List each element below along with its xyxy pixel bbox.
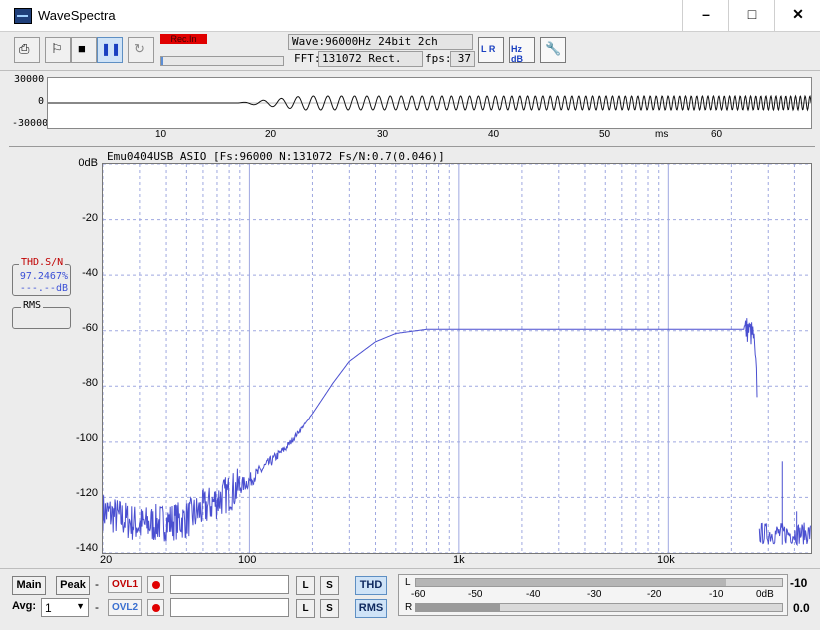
- pause-button[interactable]: ❚❚: [97, 37, 123, 63]
- wave-x-tick: 30: [377, 129, 389, 140]
- app-icon: [14, 8, 32, 24]
- level-meter: L -60 -50 -40 -30 -20 -10 0dB R: [398, 574, 788, 616]
- ovl1-text-field[interactable]: [170, 575, 289, 594]
- minimize-icon: –: [702, 6, 710, 22]
- refresh-icon: ↻: [134, 41, 145, 56]
- stop-icon: ■: [78, 41, 86, 56]
- title-bar: WaveSpectra – □ ✕: [0, 0, 820, 32]
- s-button-2[interactable]: S: [320, 599, 339, 618]
- wave-y-tick: 30000: [14, 74, 45, 85]
- wave-x-tick: 40: [488, 129, 500, 140]
- spectrum-plot: [102, 163, 812, 554]
- spectrum-y-tick: -20: [82, 212, 98, 224]
- spectrum-header: Emu0404USB ASIO [Fs:96000 N:131072 Fs/N:…: [107, 150, 445, 163]
- ovl1-indicator: OVL1: [108, 576, 142, 593]
- settings-wrench-icon: 🔧: [545, 41, 562, 56]
- maximize-icon: □: [747, 6, 757, 22]
- spectrum-x-tick: 20: [100, 554, 113, 566]
- meter-tick: -60: [411, 589, 426, 600]
- meter-left-bar: [415, 578, 783, 587]
- rms-title: RMS: [21, 300, 44, 311]
- thd-value: 97.2467%: [19, 271, 68, 282]
- window-title: WaveSpectra: [38, 8, 116, 23]
- waveform-plot: [47, 77, 812, 129]
- wave-x-tick: 60: [711, 129, 723, 140]
- spectrum-y-tick: -80: [82, 377, 98, 389]
- separator-dash: -: [95, 600, 99, 614]
- meter-left-fill: [416, 579, 726, 586]
- fft-size-display: 131072 Rect.: [318, 51, 423, 67]
- record-r-button[interactable]: [147, 599, 164, 616]
- wave-x-unit: ms: [655, 129, 669, 140]
- ovl2-indicator: OVL2: [108, 599, 142, 616]
- peak-button[interactable]: Peak: [56, 576, 90, 595]
- flag-button[interactable]: ⚐: [45, 37, 71, 63]
- spectrum-noise-floor: [758, 461, 811, 547]
- l-button-1[interactable]: L: [296, 576, 315, 595]
- meter-right-readout: 0.0: [793, 601, 810, 615]
- spectrum-y-tick: -140: [75, 542, 98, 554]
- maximize-button[interactable]: □: [728, 0, 775, 31]
- meter-right-fill: [416, 604, 501, 611]
- wave-y-tick: 0: [38, 96, 45, 107]
- meter-right-bar: [415, 603, 783, 612]
- wave-format-display: Wave:96000Hz 24bit 2ch: [288, 34, 473, 50]
- close-icon: ✕: [792, 6, 804, 22]
- fps-label: fps:: [425, 52, 452, 65]
- thd-db-value: ---.--dB: [19, 283, 68, 294]
- hz-db-axis-icon: Hz dB: [511, 44, 523, 64]
- meter-tick: -20: [647, 589, 662, 600]
- open-icon: ⎙: [19, 41, 30, 56]
- thd-sn-title: THD.S/N: [19, 257, 66, 268]
- record-l-button[interactable]: [147, 576, 164, 593]
- fft-label: FFT:: [294, 52, 321, 65]
- refresh-button[interactable]: ↻: [128, 37, 154, 63]
- meter-tick: -50: [468, 589, 483, 600]
- flag-icon: ⚐: [51, 41, 63, 56]
- stop-button[interactable]: ■: [71, 37, 97, 63]
- meter-tick: -40: [526, 589, 541, 600]
- settings-button[interactable]: 🔧: [540, 37, 566, 63]
- rec-in-indicator: Rec.In: [160, 34, 207, 44]
- wave-x-tick: 10: [155, 129, 167, 140]
- meter-tick: 0dB: [756, 589, 774, 600]
- s-button-1[interactable]: S: [320, 576, 339, 595]
- buffer-progress: [160, 56, 284, 66]
- close-button[interactable]: ✕: [774, 0, 820, 31]
- spectrum-x-tick: 1k: [453, 554, 465, 566]
- l-button-2[interactable]: L: [296, 599, 315, 618]
- minimize-button[interactable]: –: [682, 0, 729, 31]
- pause-icon: ❚❚: [101, 42, 122, 56]
- meter-right-label: R: [405, 602, 413, 613]
- meter-tick: -30: [587, 589, 602, 600]
- chevron-down-icon: ▼: [76, 601, 85, 611]
- avg-select-value: 1: [45, 601, 52, 615]
- spectrum-x-tick: 100: [238, 554, 257, 566]
- spectrum-x-tick: 10k: [657, 554, 675, 566]
- buffer-progress-fill: [161, 57, 164, 65]
- wave-x-tick: 50: [599, 129, 611, 140]
- ovl2-text-field[interactable]: [170, 598, 289, 617]
- lr-channel-button[interactable]: L R: [478, 37, 504, 63]
- wave-y-tick: -30000: [12, 118, 49, 129]
- thd-button[interactable]: THD: [355, 576, 387, 595]
- avg-label: Avg:: [12, 600, 37, 612]
- separator-dash: -: [95, 577, 99, 591]
- fps-display: 37: [450, 51, 475, 67]
- spectrum-y-tick: -100: [75, 432, 98, 444]
- meter-left-readout: -10: [790, 576, 808, 590]
- main-button[interactable]: Main: [12, 576, 46, 595]
- open-button[interactable]: ⎙: [14, 37, 40, 63]
- meter-tick: -10: [709, 589, 724, 600]
- hz-db-button[interactable]: Hz dB: [509, 37, 535, 64]
- meter-left-label: L: [405, 577, 411, 588]
- spectrum-noise-trace: [758, 522, 811, 547]
- avg-select[interactable]: 1 ▼: [41, 598, 89, 617]
- lr-channel-icon: L R: [481, 44, 496, 54]
- wave-x-tick: 20: [265, 129, 277, 140]
- spectrum-y-tick: 0dB: [78, 157, 98, 169]
- spectrum-y-tick: -120: [75, 487, 98, 499]
- rms-button[interactable]: RMS: [355, 599, 387, 618]
